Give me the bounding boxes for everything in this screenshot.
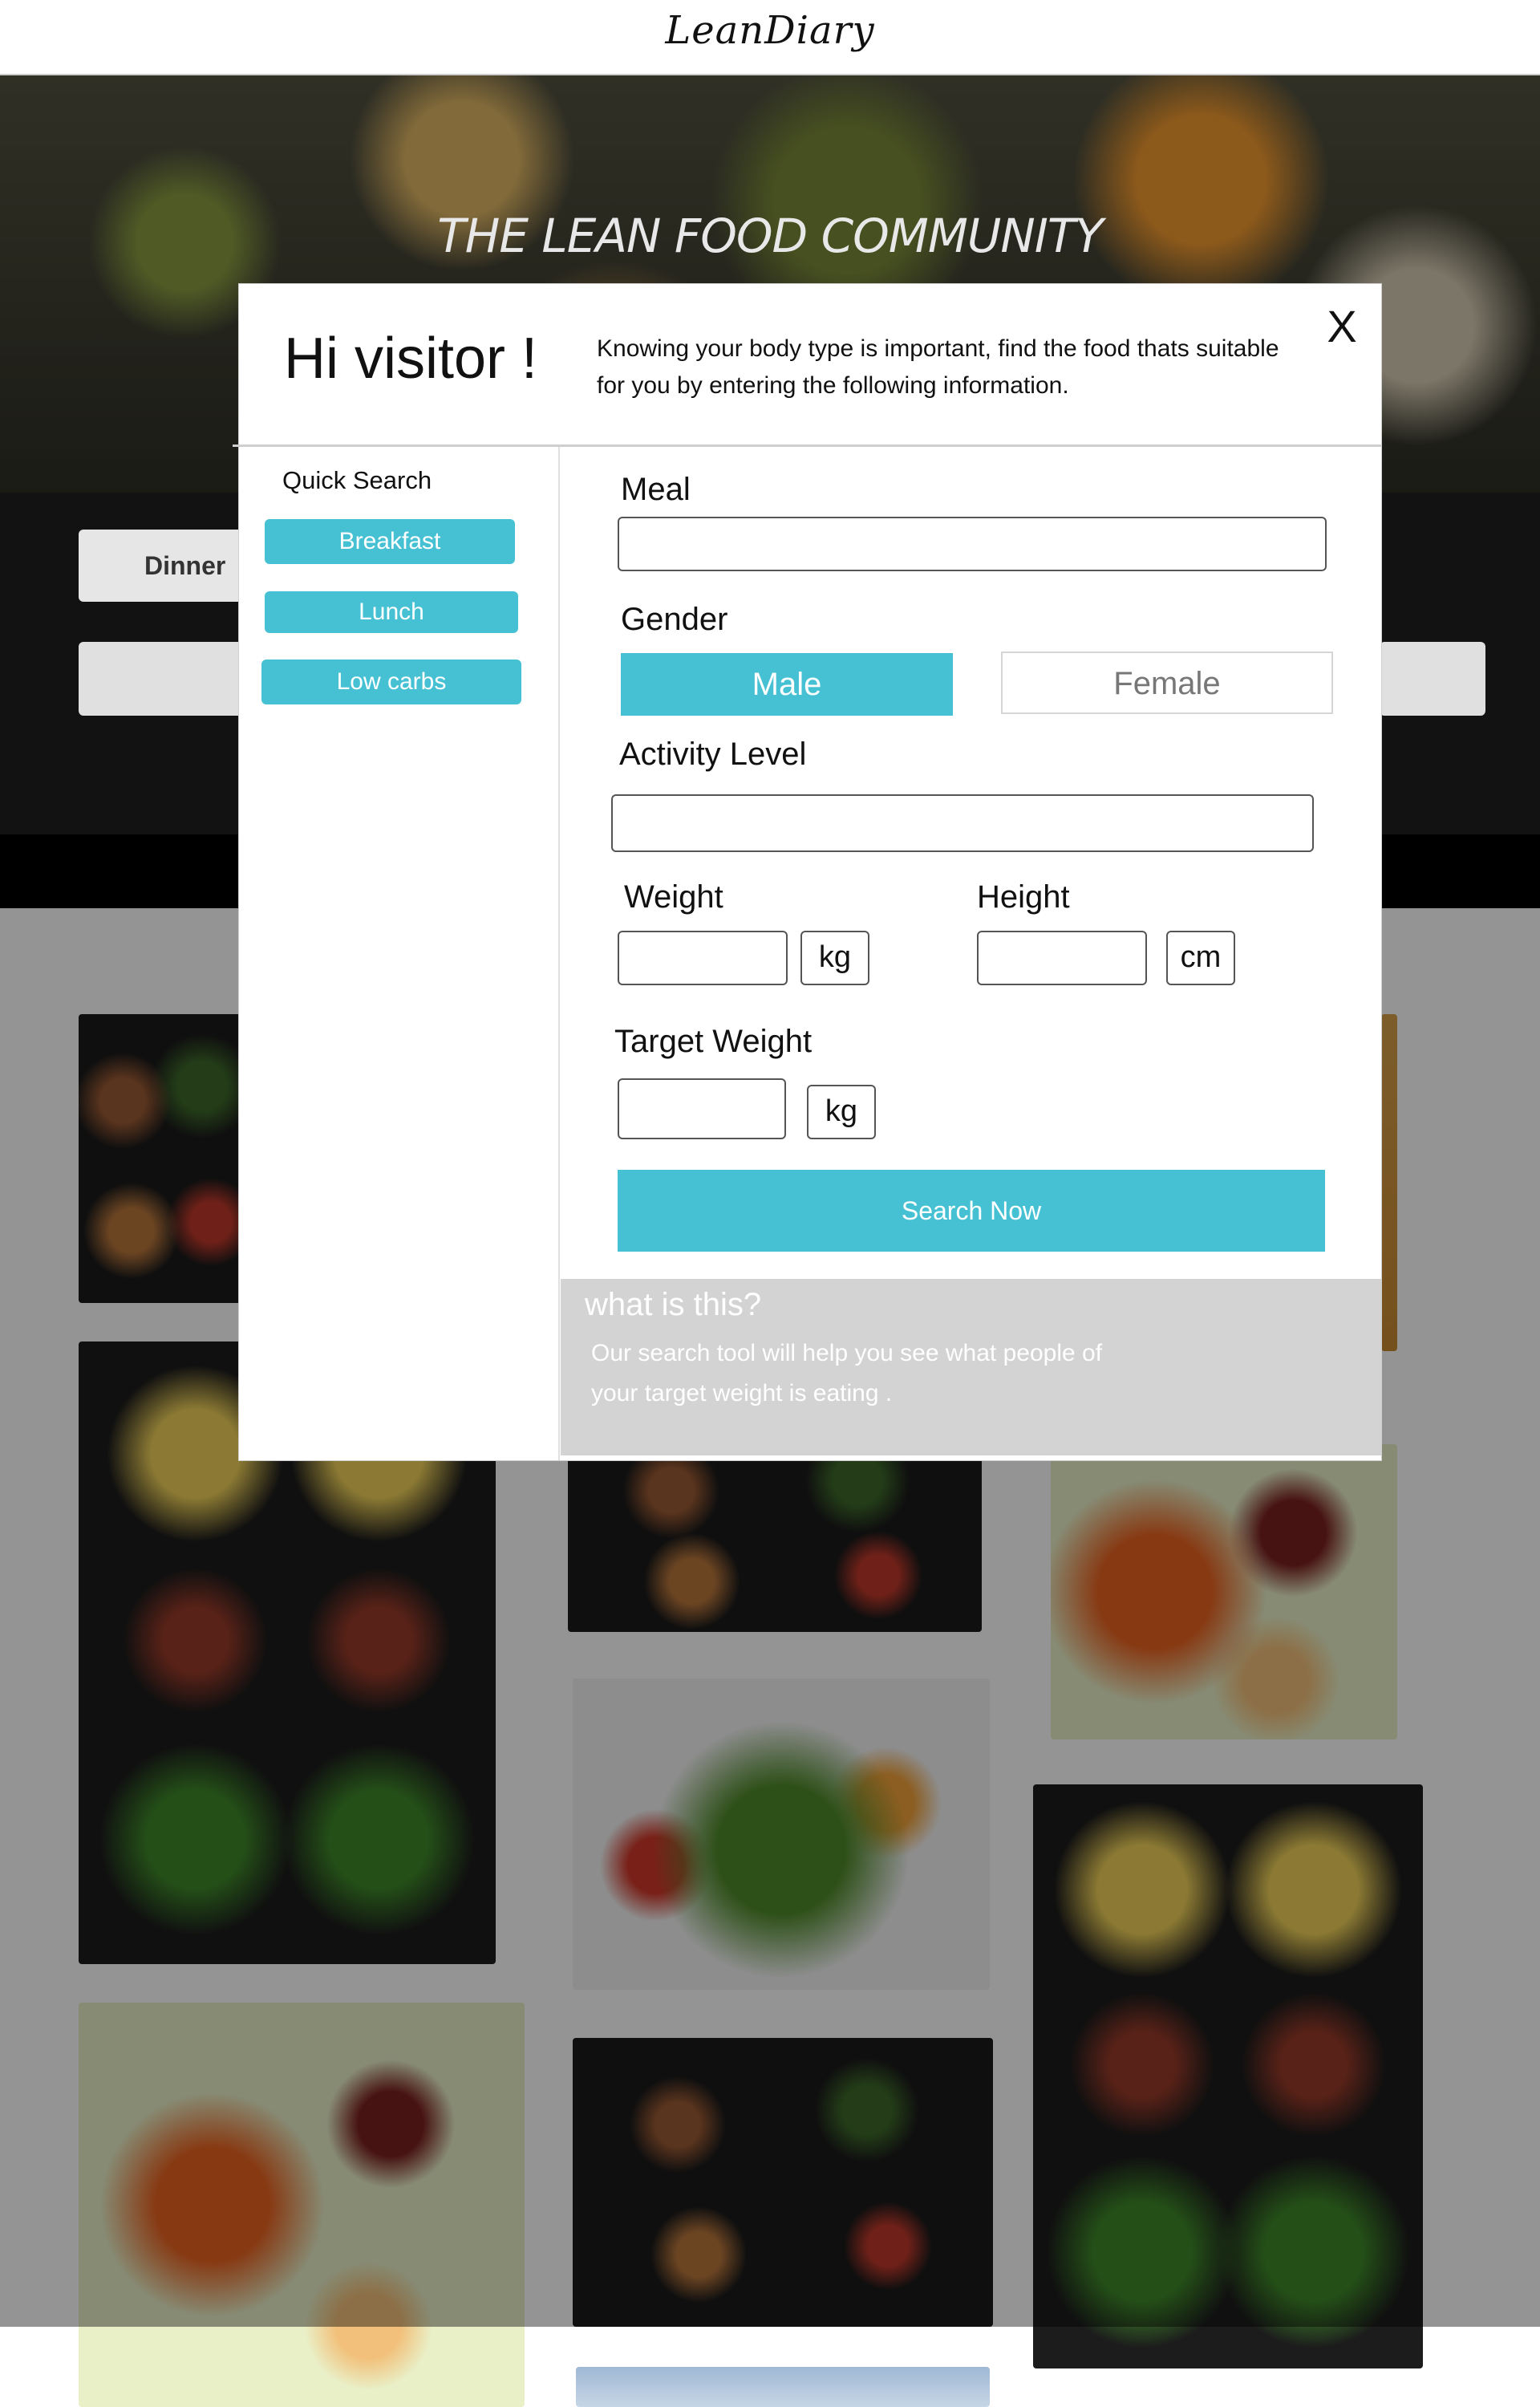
quick-search-low-carbs[interactable]: Low carbs xyxy=(261,660,521,704)
activity-level-label: Activity Level xyxy=(619,737,807,772)
gender-male-button[interactable]: Male xyxy=(621,653,953,716)
activity-level-input[interactable] xyxy=(611,794,1314,852)
modal-intro-text: Knowing your body type is important, fin… xyxy=(597,335,1279,399)
modal-greeting: Hi visitor ! xyxy=(284,327,538,391)
gallery-image[interactable] xyxy=(576,2367,990,2407)
weight-input[interactable] xyxy=(618,931,788,985)
height-label: Height xyxy=(977,879,1070,915)
close-icon[interactable]: X xyxy=(1314,298,1370,355)
site-logo[interactable]: LeanDiary xyxy=(0,8,1540,53)
gender-label: Gender xyxy=(621,602,728,637)
weight-unit: kg xyxy=(800,931,869,985)
hero-title: THE LEAN FOOD COMMUNITY xyxy=(437,209,1103,263)
info-title: what is this? xyxy=(585,1287,762,1322)
height-unit: cm xyxy=(1166,931,1235,985)
quick-search-sidebar: Quick Search Breakfast Lunch Low carbs xyxy=(239,447,560,1460)
search-now-button[interactable]: Search Now xyxy=(618,1170,1325,1252)
quick-search-lunch[interactable]: Lunch xyxy=(265,591,518,633)
info-panel: what is this? Our search tool will help … xyxy=(561,1279,1381,1455)
info-text: Our search tool will help you see what p… xyxy=(591,1340,1103,1406)
height-input[interactable] xyxy=(977,931,1147,985)
meal-label: Meal xyxy=(621,472,691,507)
weight-label: Weight xyxy=(624,879,723,915)
target-weight-input[interactable] xyxy=(618,1078,786,1139)
target-weight-label: Target Weight xyxy=(614,1024,813,1059)
meal-input[interactable] xyxy=(618,517,1327,571)
quick-search-breakfast[interactable]: Breakfast xyxy=(265,519,515,564)
modal-header: Hi visitor ! Knowing your body type is i… xyxy=(239,284,1381,444)
background-search-bar-right[interactable] xyxy=(1380,642,1485,716)
target-weight-unit: kg xyxy=(807,1085,876,1139)
quick-search-title: Quick Search xyxy=(282,466,432,494)
gender-female-button[interactable]: Female xyxy=(1001,651,1333,714)
